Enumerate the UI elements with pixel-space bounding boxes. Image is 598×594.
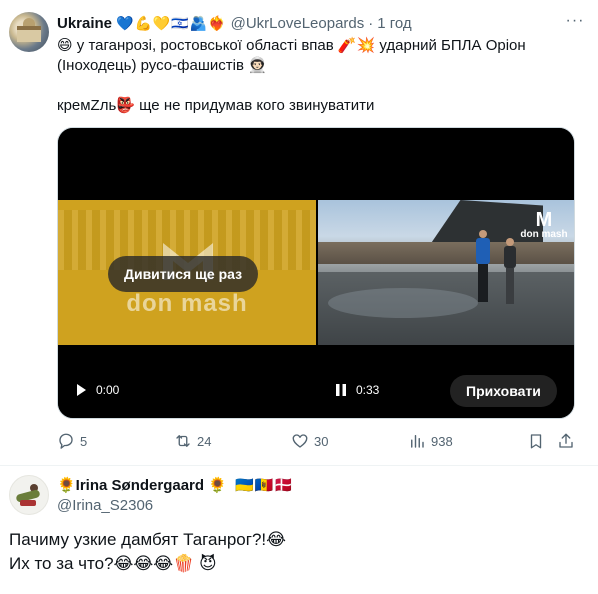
video-2-watermark: M don mash	[520, 209, 568, 240]
reply-author-name[interactable]: 🌻Irina Søndergaard 🌻	[57, 477, 227, 494]
reply-icon	[59, 433, 73, 449]
tweet-text-line: кремZль👺 ще не придумав кого звинуватити	[57, 97, 375, 114]
views-count: 938	[431, 433, 453, 449]
replay-button[interactable]: Дивитися ще раз	[108, 256, 259, 292]
video-2-fence	[318, 242, 574, 264]
repost-icon	[176, 435, 190, 447]
author-handle[interactable]: @UkrLoveLeopards	[231, 15, 365, 32]
tweet-text: 😄 у таганрозі, ростовської області впав …	[57, 36, 577, 116]
reply-count: 5	[80, 433, 88, 449]
video-2-puddle	[328, 288, 478, 318]
repost-count: 24	[197, 433, 212, 449]
author-name[interactable]: Ukraine	[57, 15, 112, 32]
video-1-controls: 0:00	[74, 383, 119, 397]
reply-text: Пачиму узкие дамбят Таганрог?!😂 Их то за…	[9, 528, 286, 576]
media-grid: don mash Дивитися ще раз 0:00 M don mash	[57, 127, 575, 419]
video-2-person	[476, 230, 490, 305]
reply-author-flags: 🇺🇦🇲🇩🇩🇰	[235, 477, 295, 494]
share-icon	[559, 433, 573, 448]
share-action[interactable]	[557, 432, 580, 450]
reply-action[interactable]: 5	[57, 432, 87, 450]
reply-tweet: 🌻Irina Søndergaard 🌻 🇺🇦🇲🇩🇩🇰 @Irina_S2306…	[0, 466, 598, 594]
like-action[interactable]: 30	[291, 432, 328, 450]
video-player-1[interactable]: don mash Дивитися ще раз 0:00	[58, 128, 316, 418]
reply-avatar[interactable]	[9, 475, 49, 515]
video-2-controls: 0:33	[334, 383, 379, 397]
bookmark-action[interactable]	[527, 432, 550, 450]
video-2-person	[504, 238, 516, 304]
video-2-time: 0:33	[356, 383, 380, 397]
views-icon	[411, 435, 424, 448]
bookmark-icon	[530, 434, 542, 449]
views-action[interactable]: 938	[408, 432, 453, 450]
more-options-icon[interactable]: ···	[565, 12, 585, 32]
heart-icon	[292, 434, 308, 448]
video-player-2[interactable]: M don mash 0:33 Приховати	[318, 128, 574, 418]
reply-text-line: Пачиму узкие дамбят Таганрог?!😂	[9, 530, 287, 549]
play-icon[interactable]	[74, 383, 88, 397]
author-emojis: 💙💪💛🇮🇱🫂❤️‍🔥	[116, 14, 227, 31]
avatar-building	[17, 26, 41, 42]
avatar[interactable]	[9, 12, 49, 52]
tweet-text-line: 😄 у таганрозі, ростовської області впав …	[57, 37, 526, 74]
reply-header: 🌻Irina Søndergaard 🌻 🇺🇦🇲🇩🇩🇰	[57, 476, 294, 494]
video-1-time: 0:00	[96, 383, 120, 397]
video-2-frame: M don mash	[318, 200, 574, 345]
reply-author-handle[interactable]: @Irina_S2306	[57, 497, 153, 514]
repost-action[interactable]: 24	[174, 432, 211, 450]
tweet: Ukraine 💙💪💛🇮🇱🫂❤️‍🔥 @UkrLoveLeopards · 1 …	[0, 0, 598, 466]
reply-text-line: Их то за что?😂😂😂🍿 😈	[9, 554, 217, 573]
tweet-time[interactable]: 1 год	[377, 15, 411, 32]
video-1-watermark: don mash	[126, 290, 248, 317]
pause-icon[interactable]	[334, 383, 348, 397]
like-count: 30	[314, 433, 329, 449]
hide-button[interactable]: Приховати	[450, 375, 557, 407]
tweet-header: Ukraine 💙💪💛🇮🇱🫂❤️‍🔥 @UkrLoveLeopards · 1 …	[57, 13, 412, 33]
tweet-actions: 5 24 30 938	[57, 432, 577, 452]
separator-dot: ·	[368, 14, 374, 32]
